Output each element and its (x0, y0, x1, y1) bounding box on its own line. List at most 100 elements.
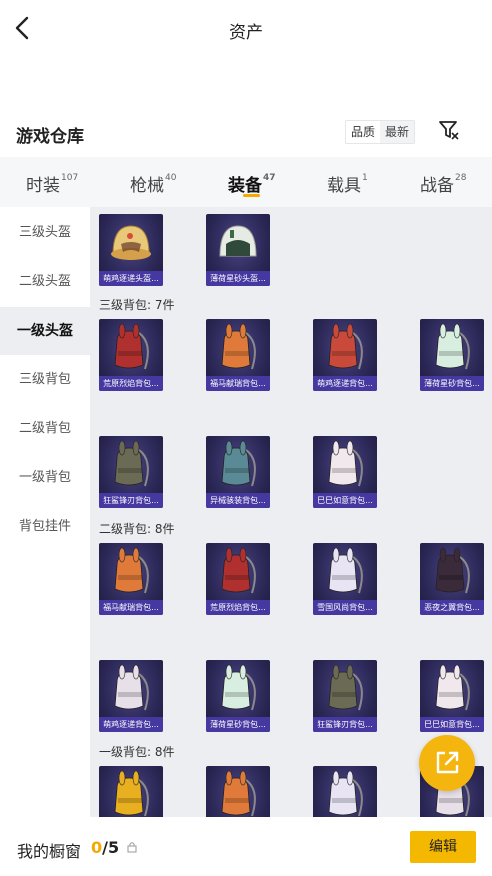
showcase-count: 0/5 (91, 838, 119, 857)
sort-newest-button[interactable]: 最新 (380, 121, 415, 143)
snake-backpack-icon (435, 664, 470, 711)
horse-backpack-icon (114, 547, 149, 594)
active-tab-indicator (243, 194, 260, 197)
sidebar-item-level2-backpack[interactable]: 二级背包 (0, 405, 90, 453)
tab-guns[interactable]: 枪械40 (130, 171, 176, 196)
item-card[interactable]: 异械骇装背包... (206, 436, 270, 508)
section-title: 三级背包: 7件 (99, 298, 175, 312)
item-card[interactable]: 萌鸡逐递头盔... (99, 214, 163, 286)
shark-backpack-icon (114, 440, 149, 487)
item-card[interactable]: 萌鸡逐递背包... (313, 319, 377, 391)
sidebar: 三级头盔 二级头盔 一级头盔 三级背包 二级背包 一级背包 背包挂件 (0, 207, 90, 817)
item-card[interactable]: 狂鲨锋刃背包... (99, 436, 163, 508)
showcase-label: 我的橱窗 (17, 842, 82, 861)
sort-quality-button[interactable]: 品质 (346, 121, 380, 143)
item-name: 巳巳如意背包... (420, 717, 484, 732)
pineapple-backpack-icon (114, 770, 149, 817)
tab-label: 装备 (228, 176, 262, 196)
item-card[interactable]: 福马献瑞背包... (99, 543, 163, 615)
item-card[interactable]: 狂鲨锋刃背包... (313, 660, 377, 732)
tab-label: 战备 (420, 176, 454, 196)
snake-backpack-icon (328, 440, 363, 487)
tab-label: 时装 (26, 176, 60, 196)
mint-backpack-icon (221, 664, 256, 711)
tab-count: 28 (455, 173, 467, 184)
category-tabs: 时装107 枪械40 装备47 载具1 战备28 (0, 157, 492, 207)
tab-vehicles[interactable]: 载具1 (327, 171, 368, 196)
warehouse-header: 游戏仓库 品质 最新 (0, 116, 492, 150)
flame-backpack-icon (114, 323, 149, 370)
item-card[interactable] (99, 766, 163, 817)
item-card[interactable]: 薄荷星砂背包... (206, 660, 270, 732)
chick-helmet-icon (111, 225, 151, 260)
sidebar-item-level3-backpack[interactable]: 三级背包 (0, 356, 90, 404)
tab-count: 47 (263, 173, 276, 184)
shark-backpack-icon (328, 664, 363, 711)
item-card[interactable]: 萌鸡逐递背包... (99, 660, 163, 732)
page-title: 资产 (229, 23, 263, 43)
item-name: 狂鲨锋刃背包... (99, 493, 163, 508)
showcase-current: 0 (91, 838, 103, 857)
item-card[interactable]: 薄荷星砂背包... (420, 319, 484, 391)
chick-backpack-icon (328, 323, 363, 370)
chick-backpack-icon (114, 664, 149, 711)
section-title: 一级背包: 8件 (99, 745, 175, 759)
sidebar-item-level1-backpack[interactable]: 一级背包 (0, 454, 90, 502)
item-name: 萌鸡逐递头盔... (99, 271, 163, 286)
tab-count: 40 (165, 173, 177, 184)
item-grid: 萌鸡逐递头盔... 薄荷星砂头盔... 三级背包: 7件 二级背包: 8件 一级… (90, 207, 492, 817)
item-card[interactable]: 恶夜之翼背包... (420, 543, 484, 615)
sidebar-item-level3-helmet[interactable]: 三级头盔 (0, 209, 90, 257)
mint-helmet-icon (219, 225, 257, 257)
item-name: 萌鸡逐递背包... (313, 376, 377, 391)
item-name: 巳巳如意背包... (313, 493, 377, 508)
item-name: 薄荷星砂头盔... (206, 271, 270, 286)
showcase-total: /5 (102, 838, 120, 857)
sidebar-item-level1-helmet[interactable]: 一级头盔 (0, 307, 90, 355)
lock-icon (127, 842, 137, 853)
sort-toggle: 品质 最新 (345, 120, 416, 144)
showcase-bar: 我的橱窗 0/5 编辑 (0, 817, 492, 876)
edit-button[interactable]: 编辑 (410, 831, 476, 863)
nightwing-backpack-icon (435, 547, 470, 594)
share-out-icon (436, 751, 459, 774)
horse-backpack-icon (221, 770, 256, 817)
item-name: 荒原烈焰背包... (206, 600, 270, 615)
item-name: 薄荷星砂背包... (420, 376, 484, 391)
tab-label: 枪械 (130, 176, 164, 196)
item-name: 雪国风尚背包... (313, 600, 377, 615)
item-name: 萌鸡逐递背包... (99, 717, 163, 732)
item-name: 福马献瑞背包... (206, 376, 270, 391)
item-card[interactable] (206, 766, 270, 817)
tab-label: 载具 (327, 176, 361, 196)
sidebar-item-level2-helmet[interactable]: 二级头盔 (0, 258, 90, 306)
top-bar: 资产 (0, 0, 492, 58)
item-name: 恶夜之翼背包... (420, 600, 484, 615)
item-card[interactable]: 荒原烈焰背包... (206, 543, 270, 615)
item-name: 福马献瑞背包... (99, 600, 163, 615)
item-card[interactable]: 巳巳如意背包... (313, 436, 377, 508)
flame-backpack-icon (221, 547, 256, 594)
tab-equipment[interactable]: 装备47 (228, 171, 276, 196)
item-card[interactable] (313, 766, 377, 817)
item-card[interactable]: 巳巳如意背包... (420, 660, 484, 732)
rabbit-backpack-icon (328, 770, 363, 817)
mech-backpack-icon (221, 440, 256, 487)
tab-count: 1 (362, 173, 368, 184)
share-button[interactable] (419, 735, 475, 791)
horse-backpack-icon (221, 323, 256, 370)
item-card[interactable]: 荒原烈焰背包... (99, 319, 163, 391)
item-card[interactable]: 薄荷星砂头盔... (206, 214, 270, 286)
item-card[interactable]: 雪国风尚背包... (313, 543, 377, 615)
sidebar-item-backpack-pendant[interactable]: 背包挂件 (0, 503, 90, 551)
tab-fashion[interactable]: 时装107 (26, 171, 78, 196)
item-name: 薄荷星砂背包... (206, 717, 270, 732)
item-name: 荒原烈焰背包... (99, 376, 163, 391)
filter-icon[interactable] (437, 118, 461, 142)
tab-supplies[interactable]: 战备28 (420, 171, 466, 196)
snow-backpack-icon (328, 547, 363, 594)
item-name: 异械骇装背包... (206, 493, 270, 508)
mint-backpack-icon (435, 323, 470, 370)
item-card[interactable]: 福马献瑞背包... (206, 319, 270, 391)
tab-count: 107 (61, 173, 79, 184)
